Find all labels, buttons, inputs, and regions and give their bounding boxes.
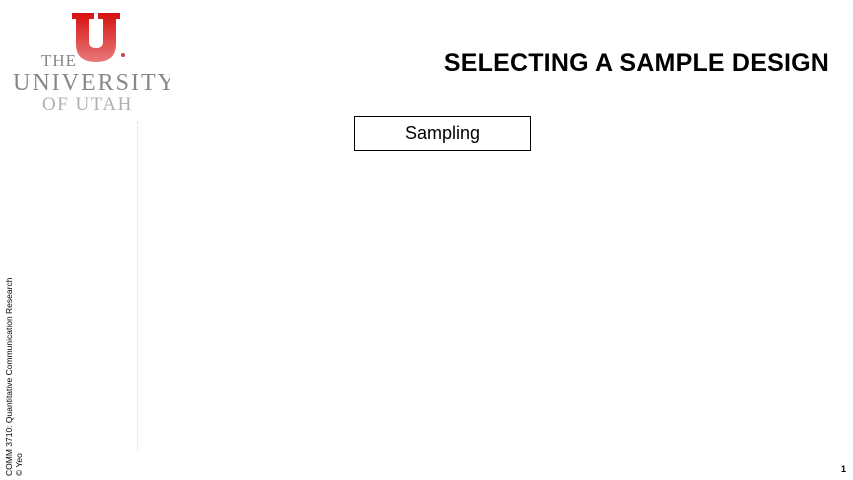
sampling-box: Sampling: [354, 116, 531, 151]
logo-text-the: THE: [41, 51, 77, 70]
block-u-icon: [72, 13, 120, 62]
copyright-note: © Yeo: [14, 453, 24, 476]
vertical-divider: [137, 122, 138, 452]
page-number: 1: [840, 464, 846, 474]
sampling-box-label: Sampling: [404, 123, 481, 143]
logo-text-university: UNIVERSITY: [13, 70, 170, 96]
course-footer: COMM 3710: Quantitative Communication Re…: [4, 278, 24, 476]
slide-title: SELECTING A SAMPLE DESIGN: [443, 49, 829, 77]
course-name: COMM 3710: Quantitative Communication Re…: [4, 277, 14, 476]
logo-text-of-utah: OF UTAH: [42, 94, 133, 115]
university-of-utah-logo: THE UNIVERSITY OF UTAH: [10, 10, 170, 120]
